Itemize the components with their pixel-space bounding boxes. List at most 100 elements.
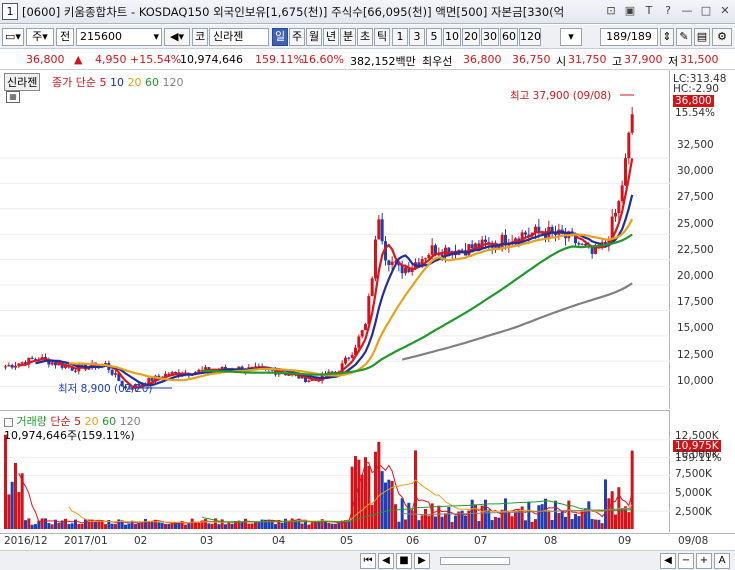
volume-bar — [370, 504, 374, 529]
volume-bar — [80, 523, 84, 529]
volume-bar — [444, 513, 447, 529]
scroll-left-icon[interactable]: ◀ — [660, 553, 676, 569]
interval-button[interactable]: 10 — [443, 28, 461, 46]
volume-chart-panel[interactable]: 거래량 단순 5 20 60 120 10,974,646주(159.11%) — [0, 410, 670, 532]
stock-name-field[interactable]: 신라젠 — [209, 28, 269, 46]
interval-dropdown[interactable]: ▾ — [560, 28, 582, 46]
volume-bar — [594, 519, 597, 529]
stock-code-input[interactable]: 215600 ▾ — [76, 28, 162, 46]
volume-bar — [84, 519, 87, 529]
volume-bar — [274, 524, 277, 529]
candle-body — [624, 158, 627, 186]
minimize-icon[interactable]: — — [679, 3, 695, 19]
high-price: 37,900 — [624, 53, 663, 66]
candle-body — [524, 232, 527, 235]
period-button[interactable]: 년 — [323, 28, 339, 46]
scroll-next-icon[interactable]: ▶ — [414, 553, 430, 569]
window-index[interactable]: 1 — [2, 3, 18, 20]
scroll-thumb[interactable] — [440, 557, 510, 565]
volume-bar — [97, 521, 101, 529]
interval-button[interactable]: 5 — [426, 28, 442, 46]
volume-bar — [197, 522, 201, 529]
sound-icon[interactable]: ◀▾ — [164, 28, 190, 46]
candle-body — [627, 132, 631, 159]
volume-bar — [7, 494, 11, 529]
volume-bar — [317, 522, 321, 529]
scroll-prev-icon[interactable]: ◀ — [378, 553, 394, 569]
volume-bar — [627, 512, 631, 529]
volume-tick-label: 7,500K — [675, 468, 712, 480]
font-size-icon[interactable]: A — [714, 553, 730, 569]
date-label: 08 — [544, 535, 558, 547]
period-button[interactable]: 주 — [289, 28, 305, 46]
display-icon[interactable]: ▣ — [622, 3, 638, 19]
candle-body — [4, 366, 7, 368]
volume-bar — [64, 518, 67, 529]
candle-body — [387, 260, 391, 265]
settings-icon[interactable]: ⚙ — [712, 28, 732, 46]
candle-body — [204, 367, 207, 370]
scroll-first-icon[interactable]: ⏮ — [360, 553, 376, 569]
volume-bar — [620, 507, 624, 529]
volume-bar — [414, 450, 417, 529]
open-label: 시 — [556, 55, 567, 68]
interval-button[interactable]: 1 — [392, 28, 408, 46]
price-change-pct: +15.54% — [130, 53, 182, 66]
save-icon[interactable]: ▤ — [694, 28, 710, 46]
volume-bar — [534, 519, 537, 529]
interval-button[interactable]: 120 — [519, 28, 541, 46]
interval-button[interactable]: 3 — [409, 28, 425, 46]
candle-body — [30, 357, 34, 360]
candle-body — [617, 201, 621, 213]
volume-bar — [537, 505, 541, 529]
candle-body — [364, 324, 367, 331]
candle-body — [377, 219, 381, 240]
volume-bar — [437, 505, 441, 529]
volume-bar — [160, 522, 164, 529]
close-icon[interactable]: ✕ — [717, 3, 733, 19]
grid-table-icon[interactable]: ▦ — [6, 91, 20, 103]
period-button[interactable]: 초 — [357, 28, 373, 46]
volume-bar — [334, 523, 337, 529]
volume-bar — [4, 434, 7, 529]
font-icon[interactable]: T — [641, 3, 657, 19]
price-tick-label: 22,500 — [677, 243, 714, 256]
interval-button[interactable]: 20 — [462, 28, 480, 46]
period-select[interactable]: 전 — [56, 28, 74, 46]
candle-body — [110, 369, 114, 375]
price-chart-panel[interactable]: 신라젠 종가 단순 5 10 20 60 120 ▦ 최고 37,900 (09… — [0, 71, 670, 409]
interval-button[interactable]: 30 — [481, 28, 499, 46]
draw-tool-icon[interactable]: ✎ — [676, 28, 692, 46]
ma120-legend: 120 — [162, 76, 184, 89]
period-button[interactable]: 일 — [272, 28, 288, 46]
zoom-out-icon[interactable]: − — [678, 553, 694, 569]
price-tick-label: 27,500 — [677, 191, 714, 204]
chart-menu-button[interactable]: ▭▾ — [2, 28, 24, 46]
volume-bar — [564, 516, 567, 529]
stop-icon[interactable]: ■ — [396, 553, 412, 569]
type-select[interactable]: 주▾ — [26, 28, 54, 46]
volume-bar — [127, 523, 131, 529]
help-icon[interactable]: ? — [660, 3, 676, 19]
price-chart[interactable] — [0, 71, 670, 409]
period-button[interactable]: 틱 — [374, 28, 390, 46]
link-icon[interactable]: ⊡ — [603, 3, 619, 19]
volume-bar — [254, 521, 257, 529]
ma20-line — [68, 218, 634, 382]
low-label: 저 — [668, 55, 679, 68]
period-button[interactable]: 분 — [340, 28, 356, 46]
volume-bar — [560, 511, 564, 529]
volume-bar — [177, 522, 181, 529]
price-tick-label: 20,000 — [677, 270, 714, 282]
interval-button[interactable]: 60 — [500, 28, 518, 46]
volume-bar — [387, 479, 391, 529]
maximize-icon[interactable]: □ — [698, 3, 714, 19]
price-tick-label: 17,500 — [677, 296, 714, 309]
volume-bar — [577, 516, 581, 529]
period-button[interactable]: 월 — [306, 28, 322, 46]
scroll-arrows-icon[interactable]: ⇕ — [660, 28, 674, 46]
chart-scrollbar[interactable]: ⏮ ◀ ■ ▶ ◀ − + A — [0, 550, 735, 570]
volume-bar — [167, 523, 171, 529]
zoom-in-icon[interactable]: + — [696, 553, 712, 569]
current-price: 36,800 — [26, 53, 65, 66]
